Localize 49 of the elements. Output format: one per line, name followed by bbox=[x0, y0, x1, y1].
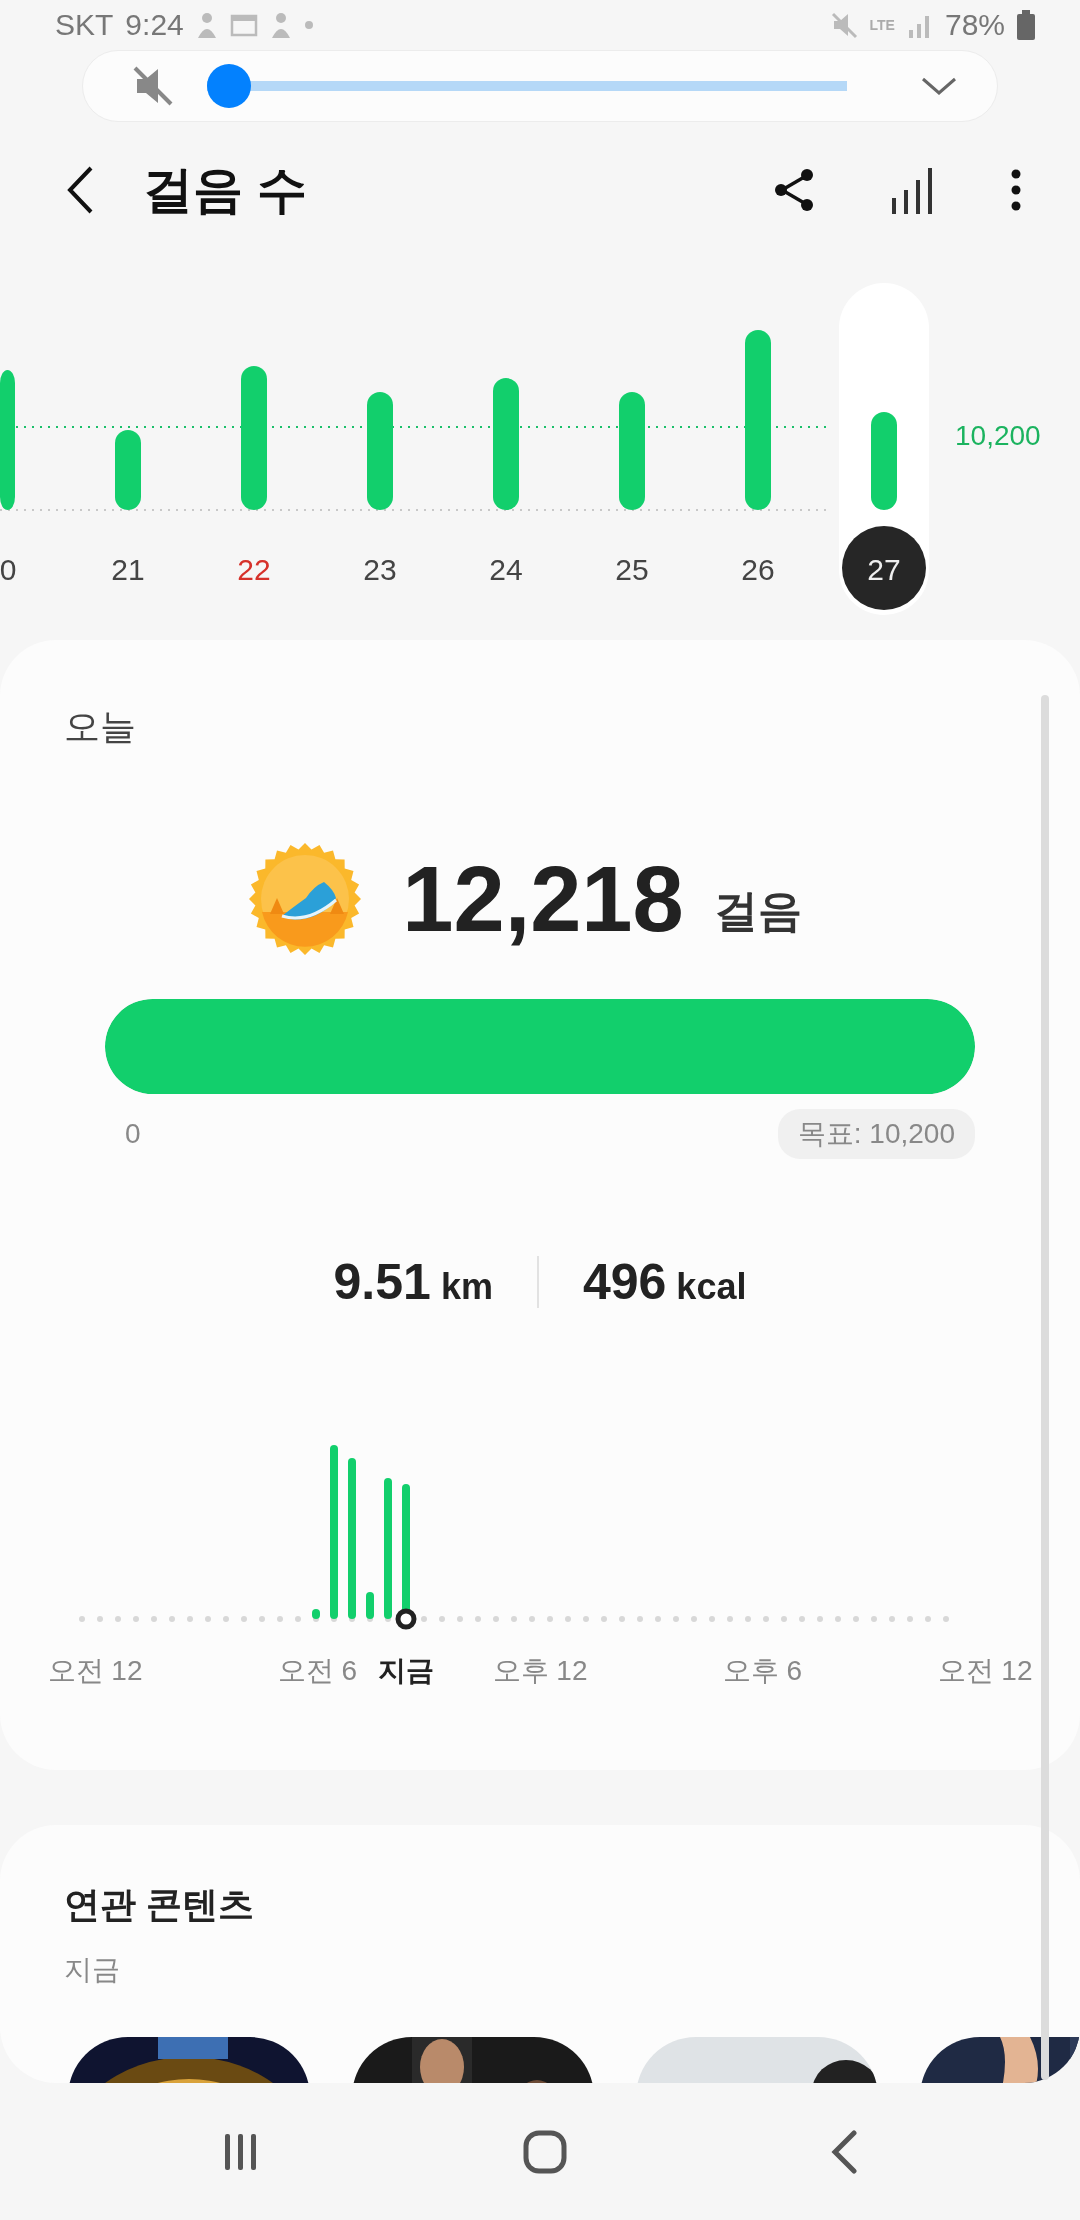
slider-thumb[interactable] bbox=[207, 64, 251, 108]
calendar-icon bbox=[229, 13, 258, 37]
calories-value: 496 bbox=[582, 1253, 667, 1311]
goal-label: 목표: 10,200 bbox=[777, 1109, 975, 1159]
home-icon[interactable] bbox=[523, 2129, 567, 2174]
shoe-badge-icon bbox=[248, 842, 363, 956]
axis-label: 오전 12 bbox=[937, 1655, 1033, 1686]
chart-bar bbox=[366, 1592, 374, 1619]
axis-label: 오후 12 bbox=[492, 1655, 588, 1686]
scrollbar[interactable] bbox=[1041, 695, 1049, 2080]
network-label: LTE bbox=[869, 17, 895, 33]
day-label[interactable]: 24 bbox=[489, 553, 523, 586]
calories-unit: kcal bbox=[676, 1266, 747, 1308]
page-title: 걸음 수 bbox=[143, 160, 307, 220]
now-label: 지금 bbox=[378, 1655, 434, 1686]
distance-unit: km bbox=[440, 1266, 493, 1308]
figure-icon bbox=[195, 12, 218, 38]
section-subtitle: 지금 bbox=[64, 1953, 121, 1987]
day-label[interactable]: 0 bbox=[0, 553, 17, 586]
section-title: 오늘 bbox=[64, 705, 136, 749]
now-marker bbox=[395, 1608, 417, 1630]
battery-icon bbox=[1017, 10, 1035, 40]
axis-label: 오전 12 bbox=[47, 1655, 143, 1686]
figure-icon bbox=[269, 12, 292, 38]
goal-value: 10,200 bbox=[955, 420, 1041, 451]
more-icon[interactable] bbox=[1010, 168, 1022, 212]
step-unit: 걸음 bbox=[713, 884, 802, 937]
day-label[interactable]: 21 bbox=[111, 553, 145, 586]
day-label[interactable]: 26 bbox=[741, 553, 775, 586]
axis-label: 오전 6 bbox=[277, 1655, 358, 1686]
share-icon[interactable] bbox=[772, 168, 816, 212]
mute-icon bbox=[829, 11, 858, 39]
distance-value: 9.51 bbox=[333, 1253, 431, 1311]
mute-icon[interactable] bbox=[131, 64, 175, 108]
chart-bar bbox=[312, 1609, 320, 1619]
day-label[interactable]: 27 bbox=[842, 526, 926, 610]
step-count: 12,218 bbox=[402, 846, 684, 952]
day-label[interactable]: 22 bbox=[237, 553, 271, 586]
carrier-label: SKT bbox=[55, 8, 114, 42]
clock-time: 9:24 bbox=[125, 8, 184, 42]
day-label[interactable]: 25 bbox=[615, 553, 649, 586]
back-icon[interactable] bbox=[65, 165, 95, 215]
battery-percent: 78% bbox=[944, 8, 1005, 42]
day-label[interactable]: 23 bbox=[363, 553, 397, 586]
axis-label: 오후 6 bbox=[722, 1655, 803, 1686]
dot-icon bbox=[303, 20, 314, 30]
scale-label: 0 bbox=[125, 1118, 141, 1150]
back-icon[interactable] bbox=[829, 2129, 859, 2174]
section-title: 연관 콘텐츠 bbox=[64, 1883, 255, 1927]
